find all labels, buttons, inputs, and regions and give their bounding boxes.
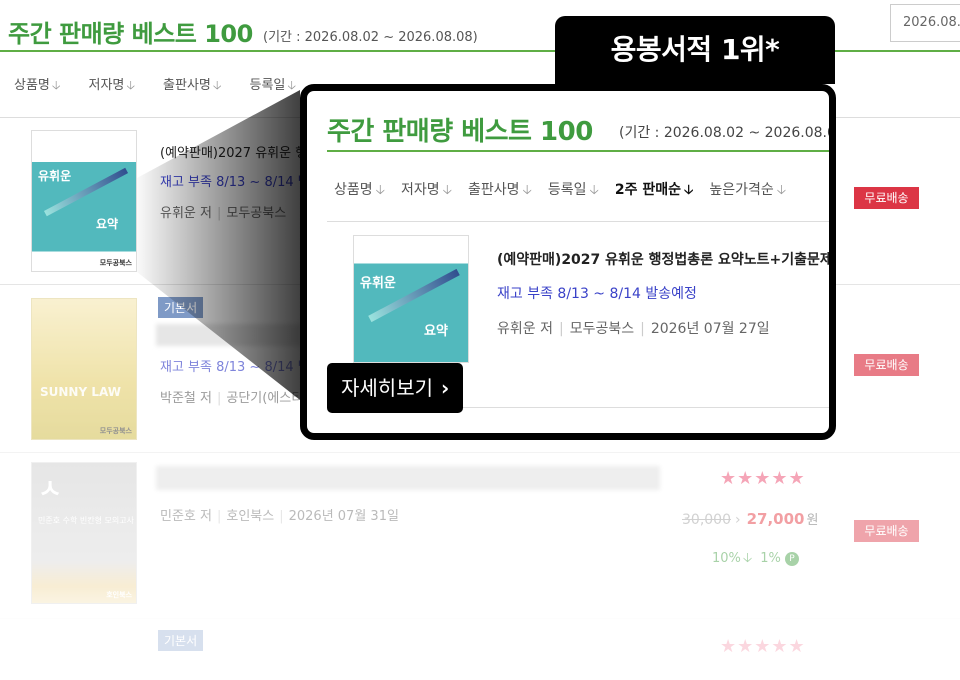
blurred-title xyxy=(156,466,660,490)
arrow-down-icon: 🡣 xyxy=(442,183,452,198)
original-price: 30,000 xyxy=(682,512,731,528)
publisher-link[interactable]: 모두공북스 xyxy=(570,321,634,337)
product-title-link[interactable]: (예약판매)2027 유휘운 행정 xyxy=(160,142,319,161)
arrow-down-icon: 🡣 xyxy=(212,78,222,92)
publish-date: 2026년 07월 31일 xyxy=(288,509,399,524)
sort-author[interactable]: 저자명 🡣 xyxy=(89,74,142,94)
row-divider xyxy=(0,452,960,453)
currency-unit: 원 xyxy=(806,513,819,528)
arrow-down-icon: 🡣 xyxy=(589,183,599,198)
author-link[interactable]: 유휘운 저 xyxy=(497,321,553,337)
book-cover-image[interactable]: 유휘운 요약 모두공북스 xyxy=(31,130,137,272)
author-link[interactable]: 유휘운 저 xyxy=(160,206,212,221)
zoom-sort-divider xyxy=(327,221,829,222)
view-details-button[interactable]: 자세히보기 › xyxy=(327,363,464,413)
free-shipping-badge: 무료배송 xyxy=(854,354,919,376)
blurred-title xyxy=(156,324,302,346)
author-link[interactable]: 민준호 저 xyxy=(160,509,212,524)
product-meta: 유휘운 저 | 모두공북스 xyxy=(160,206,287,221)
page-period: (기간 : 2026.08.02 ~ 2026.08.08) xyxy=(263,30,478,45)
point-icon: P xyxy=(785,552,800,566)
zoom-panel: 주간 판매량 베스트 100 (기간 : 2026.08.02 ~ 2026.0… xyxy=(300,84,836,440)
product-meta: 박준철 저 | 공단기(에스티 xyxy=(160,391,304,406)
publish-date: 2026년 07월 27일 xyxy=(650,321,770,337)
zoom-page-title: 주간 판매량 베스트 100 xyxy=(327,117,593,147)
discount-info: 10% 🡣 1% P xyxy=(712,549,800,571)
page-title: 주간 판매량 베스트 100 xyxy=(8,20,253,48)
sort-date[interactable]: 등록일 🡣 xyxy=(548,179,599,203)
publisher-link[interactable]: 모두공북스 xyxy=(226,206,286,221)
zoom-stock-status: 재고 부족 8/13 ~ 8/14 발송예정 xyxy=(497,286,697,302)
rating-stars: ★★★★★ xyxy=(720,636,806,657)
book-cover-image[interactable]: ㅅ 민준호 수학 빈칸형 모의고사 호인북스 xyxy=(31,462,137,604)
zoom-book-cover-image[interactable]: 유휘운 요약 xyxy=(353,235,469,363)
stock-status: 재고 부족 8/13 ~ 8/14 발 xyxy=(160,360,310,375)
sort-high-price[interactable]: 높은가격순 🡣 xyxy=(709,179,786,203)
rank-callout: 용봉서적 1위* xyxy=(555,16,835,84)
arrow-down-icon: 🡣 xyxy=(776,183,787,198)
free-shipping-badge: 무료배송 xyxy=(854,187,919,209)
price-block: 30,000 › 27,000 원 xyxy=(682,510,819,528)
zoom-page-period: (기간 : 2026.08.02 ~ 2026.08.08) xyxy=(619,125,836,141)
publisher-link[interactable]: 호인북스 xyxy=(226,509,274,524)
sort-author[interactable]: 저자명 🡣 xyxy=(401,179,452,203)
date-input[interactable]: 2026.08.0 xyxy=(890,4,960,42)
author-link[interactable]: 박준철 저 xyxy=(160,391,212,406)
zoom-product-title-link[interactable]: (예약판매)2027 유휘운 행정법총론 요약노트+기출문제( xyxy=(497,249,829,269)
rating-stars: ★★★★★ xyxy=(720,468,806,489)
point-rate: 1% xyxy=(760,551,781,566)
arrow-down-icon: 🡣 xyxy=(126,78,136,92)
sort-product-name[interactable]: 상품명 🡣 xyxy=(14,74,67,94)
fade-overlay xyxy=(0,618,960,680)
sort-2week-sales[interactable]: 2주 판매순 🡣 xyxy=(615,179,693,203)
sale-price: 27,000 xyxy=(746,510,805,528)
sort-date[interactable]: 등록일 🡣 xyxy=(250,74,303,94)
row-divider xyxy=(0,618,960,619)
stock-status: 재고 부족 8/13 ~ 8/14 발 xyxy=(160,175,310,190)
arrow-down-icon: 🡣 xyxy=(522,183,532,198)
free-shipping-badge: 무료배송 xyxy=(854,520,919,542)
sort-product-name[interactable]: 상품명 🡣 xyxy=(334,179,385,203)
zoom-product-meta: 유휘운 저 | 모두공북스 | 2026년 07월 27일 xyxy=(497,321,770,337)
publisher-link[interactable]: 공단기(에스티 xyxy=(226,391,303,406)
discount-rate: 10% xyxy=(712,551,741,566)
zoom-title-divider xyxy=(327,150,829,152)
sort-publisher[interactable]: 출판사명 🡣 xyxy=(468,179,532,203)
zoom-sort-bar: 상품명 🡣 저자명 🡣 출판사명 🡣 등록일 🡣 2주 판매순 🡣 높은가격순 🡣 xyxy=(334,179,802,203)
category-badge: 기본서 xyxy=(158,297,204,318)
sort-publisher[interactable]: 출판사명 🡣 xyxy=(163,74,227,94)
arrow-down-icon: 🡣 xyxy=(287,78,297,92)
category-badge: 기본서 xyxy=(158,630,204,651)
product-meta: 민준호 저 | 호인북스 | 2026년 07월 31일 xyxy=(160,509,399,524)
chevron-right-icon: › xyxy=(441,376,450,400)
arrow-down-icon: 🡣 xyxy=(375,183,385,198)
arrow-down-icon: 🡣 xyxy=(51,78,61,92)
sort-bar: 상품명 🡣 저자명 🡣 출판사명 🡣 등록일 🡣 xyxy=(0,74,310,94)
arrow-down-icon: 🡣 xyxy=(683,183,694,198)
book-cover-image[interactable]: SUNNY LAW 모두공북스 xyxy=(31,298,137,440)
arrow-down-icon: 🡣 xyxy=(742,551,753,566)
